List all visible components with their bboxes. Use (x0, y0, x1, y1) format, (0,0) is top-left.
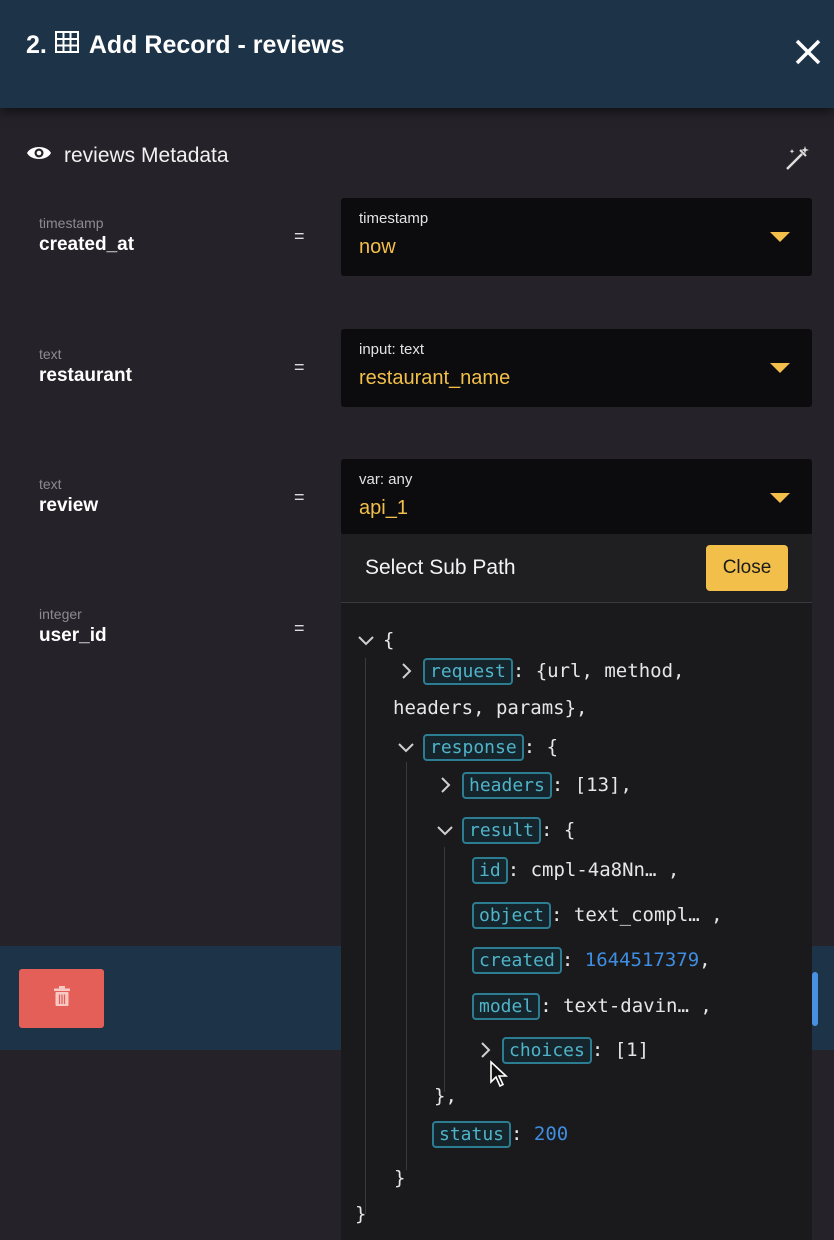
modal-title-text: Add Record - reviews (88, 31, 345, 59)
close-icon[interactable] (792, 36, 824, 68)
field-type: integer (39, 606, 82, 622)
select-value: restaurant_name (359, 367, 511, 389)
chevron-down-icon[interactable] (770, 493, 790, 503)
tree-key-object[interactable]: object (472, 901, 552, 929)
select-value: now (359, 236, 396, 258)
tree-key-request[interactable]: request (423, 657, 513, 685)
tree-key-result[interactable]: result (462, 816, 542, 844)
mouse-cursor-icon (489, 1060, 509, 1093)
tree-number-value: 1644517379 (584, 949, 700, 971)
metadata-title: reviews Metadata (64, 144, 229, 167)
chevron-down-icon[interactable] (770, 363, 790, 373)
tree-row-id: id : cmpl-4a8Nn… , (472, 854, 679, 886)
chevron-right-icon[interactable] (395, 660, 417, 682)
field-name: created_at (39, 234, 135, 255)
review-value-select[interactable]: var: any api_1 (341, 459, 812, 535)
tree-row-root: { (355, 624, 394, 656)
modal-header: 2. Add Record - reviews (0, 0, 834, 108)
field-type: text (39, 346, 62, 362)
field-type: text (39, 476, 62, 492)
select-value: api_1 (359, 497, 408, 519)
chevron-down-icon[interactable] (434, 819, 456, 841)
chevron-right-icon[interactable] (434, 774, 456, 796)
tree-value: : {url, method, (512, 660, 685, 682)
table-grid-icon (54, 31, 79, 60)
tree-row-status: status : 200 (432, 1118, 568, 1150)
tree-key-id[interactable]: id (472, 856, 508, 884)
select-label: timestamp (359, 210, 429, 227)
magic-wand-icon[interactable] (784, 144, 812, 172)
field-name: review (39, 495, 99, 516)
step-number: 2. (26, 31, 47, 59)
equals-sign: = (294, 226, 305, 246)
tree-guide-line (365, 658, 366, 1214)
tree-separator: : (511, 1123, 534, 1145)
equals-sign: = (294, 357, 305, 377)
tree-guide-line (444, 847, 445, 1092)
tree-separator: : (561, 949, 585, 971)
tree-value: : [1] (591, 1039, 650, 1061)
chevron-down-icon[interactable] (395, 736, 417, 758)
restaurant-value-select[interactable]: input: text restaurant_name (341, 329, 812, 407)
field-name: user_id (39, 625, 107, 646)
tree-value: : { (523, 736, 559, 758)
chevron-right-icon[interactable] (474, 1039, 496, 1061)
field-name: restaurant (39, 365, 132, 386)
tree-value: : { (541, 819, 576, 841)
field-created-at: timestamp created_at (39, 215, 134, 256)
equals-sign: = (294, 618, 305, 638)
tree-row-root-close: } (355, 1198, 366, 1230)
save-button-edge[interactable] (812, 972, 818, 1026)
modal-title: 2. Add Record - reviews (26, 31, 345, 60)
tree-key-response[interactable]: response (423, 733, 524, 761)
tree-brace: { (383, 629, 395, 651)
tree-key-headers[interactable]: headers (462, 771, 552, 799)
select-label: var: any (359, 471, 413, 488)
field-review: text review (39, 476, 98, 517)
tree-value: : [13], (551, 774, 632, 796)
tree-row-result: result : { (434, 814, 575, 846)
delete-button[interactable] (19, 969, 104, 1028)
json-tree: { request : {url, method, headers, param… (341, 534, 812, 1240)
equals-sign: = (294, 487, 305, 507)
tree-row-created: created : 1644517379 , (472, 944, 711, 976)
tree-key-created[interactable]: created (472, 946, 562, 974)
chevron-down-icon[interactable] (355, 629, 377, 651)
tree-key-model[interactable]: model (472, 992, 541, 1020)
tree-value: : text-davin… , (540, 995, 712, 1017)
select-sub-path-popup: Select Sub Path Close { request : {url, … (341, 534, 812, 1240)
eye-icon[interactable] (26, 144, 52, 168)
tree-row-response-close: } (394, 1162, 405, 1194)
tree-row-headers: headers : [13], (434, 769, 632, 801)
tree-value: headers, params}, (393, 697, 588, 719)
tree-row-model: model : text-davin… , (472, 990, 712, 1022)
field-restaurant: text restaurant (39, 346, 132, 387)
tree-brace: } (394, 1167, 406, 1189)
tree-row-object: object : text_compl… , (472, 899, 723, 931)
tree-value: : text_compl… , (551, 904, 723, 926)
tree-row-request: request : {url, method, (395, 655, 684, 687)
tree-key-choices[interactable]: choices (502, 1036, 592, 1064)
created-at-value-select[interactable]: timestamp now (341, 198, 812, 276)
tree-guide-line (406, 762, 407, 1170)
tree-row-request-cont: headers, params}, (393, 692, 587, 724)
trash-icon (53, 986, 71, 1011)
tree-key-status[interactable]: status (432, 1120, 512, 1148)
field-type: timestamp (39, 215, 104, 231)
chevron-down-icon[interactable] (770, 232, 790, 242)
tree-brace: } (355, 1203, 367, 1225)
select-label: input: text (359, 341, 425, 358)
metadata-heading: reviews Metadata (26, 144, 229, 168)
tree-number-value: 200 (533, 1123, 569, 1145)
tree-row-result-close: }, (434, 1080, 457, 1112)
tree-row-response: response : { (395, 731, 558, 763)
tree-separator: , (699, 949, 711, 971)
tree-value: : cmpl-4a8Nn… , (507, 859, 680, 881)
field-user-id: integer user_id (39, 606, 107, 647)
tree-brace: }, (434, 1085, 457, 1107)
